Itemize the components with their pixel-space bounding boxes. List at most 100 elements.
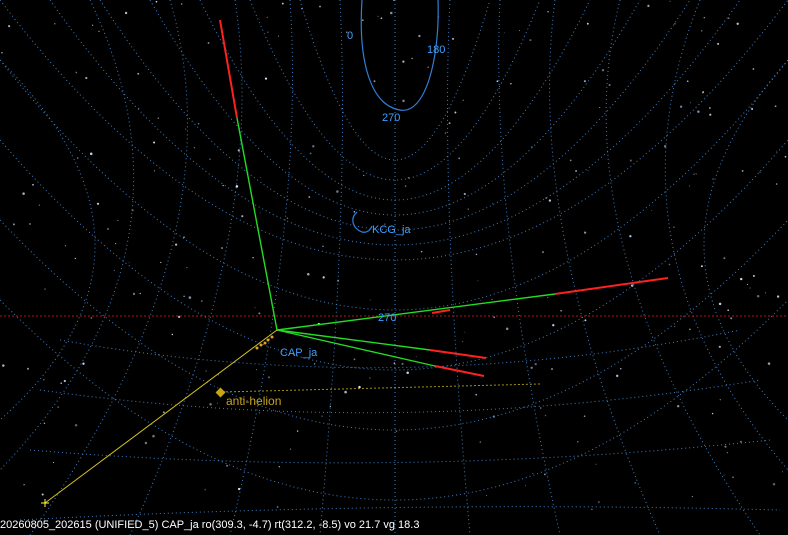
lower-trail-2-red (434, 365, 485, 377)
star (216, 402, 218, 404)
star (258, 312, 261, 315)
star (186, 267, 188, 269)
star (752, 274, 755, 277)
star (90, 317, 93, 319)
star (732, 476, 734, 478)
star (540, 407, 542, 409)
star (599, 106, 601, 109)
star (668, 263, 671, 266)
anti-helion-line (44, 329, 278, 504)
star (709, 113, 712, 116)
star (406, 371, 409, 374)
star (174, 243, 178, 246)
star (82, 362, 85, 365)
star (237, 487, 241, 491)
star (200, 300, 203, 302)
star (547, 296, 549, 299)
star (496, 80, 499, 83)
star (290, 448, 292, 450)
star (688, 185, 690, 187)
star (57, 406, 59, 408)
star (584, 319, 587, 322)
star (137, 72, 140, 75)
star (651, 209, 653, 211)
star (591, 508, 593, 511)
star (321, 415, 323, 417)
star (587, 170, 589, 171)
star (703, 16, 706, 19)
star (776, 150, 778, 152)
lower-trail-1-red (429, 349, 487, 359)
star (171, 333, 174, 336)
star (767, 362, 771, 365)
star (679, 105, 683, 108)
star (415, 355, 417, 357)
star (774, 105, 777, 108)
star (117, 219, 119, 222)
star (197, 123, 200, 125)
star (454, 111, 457, 114)
star (629, 159, 632, 162)
star (583, 415, 586, 417)
star (462, 341, 464, 343)
star (132, 292, 136, 296)
star (477, 280, 479, 282)
star (475, 393, 478, 396)
star (686, 80, 689, 83)
star (74, 424, 78, 427)
star (693, 173, 695, 175)
star (43, 422, 46, 425)
star (44, 288, 46, 290)
star (727, 17, 730, 19)
star (493, 316, 495, 319)
star (209, 403, 212, 406)
star (530, 366, 533, 370)
star (550, 367, 554, 371)
star (647, 4, 650, 7)
star (309, 152, 312, 155)
star (583, 231, 587, 234)
star (529, 39, 532, 42)
star (75, 71, 78, 74)
star (209, 158, 211, 160)
star (784, 155, 787, 158)
star (264, 77, 268, 80)
star (312, 145, 315, 148)
sky-view[interactable]: 0 180 270 270 KCG_ja CAP_ja anti-helion (0, 0, 788, 535)
grid-label-0: 0 (347, 30, 353, 42)
star (258, 412, 261, 414)
star (583, 80, 586, 83)
star (402, 99, 405, 103)
short-trail-red (431, 309, 451, 314)
star (29, 223, 31, 225)
star (254, 307, 256, 309)
star (177, 315, 181, 319)
star (267, 31, 269, 33)
star (542, 251, 544, 254)
star (458, 157, 461, 160)
star (144, 441, 148, 445)
star (560, 310, 562, 312)
star (154, 170, 156, 172)
anti-helion-marker[interactable] (215, 387, 226, 398)
star (307, 272, 310, 276)
star (534, 362, 537, 366)
star (26, 367, 30, 370)
star (12, 223, 15, 226)
star (281, 2, 284, 5)
star (475, 253, 478, 256)
grid-label-180: 180 (427, 44, 445, 56)
grid-label-270-lower: 270 (378, 312, 396, 324)
star (697, 110, 700, 113)
grid-label-270: 270 (382, 112, 400, 124)
star (393, 362, 396, 365)
star (128, 262, 130, 264)
star (485, 494, 487, 496)
vertical-trail (236, 117, 278, 331)
star (63, 379, 66, 383)
star (764, 292, 766, 294)
star (544, 473, 546, 476)
star (701, 30, 703, 32)
star (336, 190, 339, 193)
star (255, 369, 257, 371)
